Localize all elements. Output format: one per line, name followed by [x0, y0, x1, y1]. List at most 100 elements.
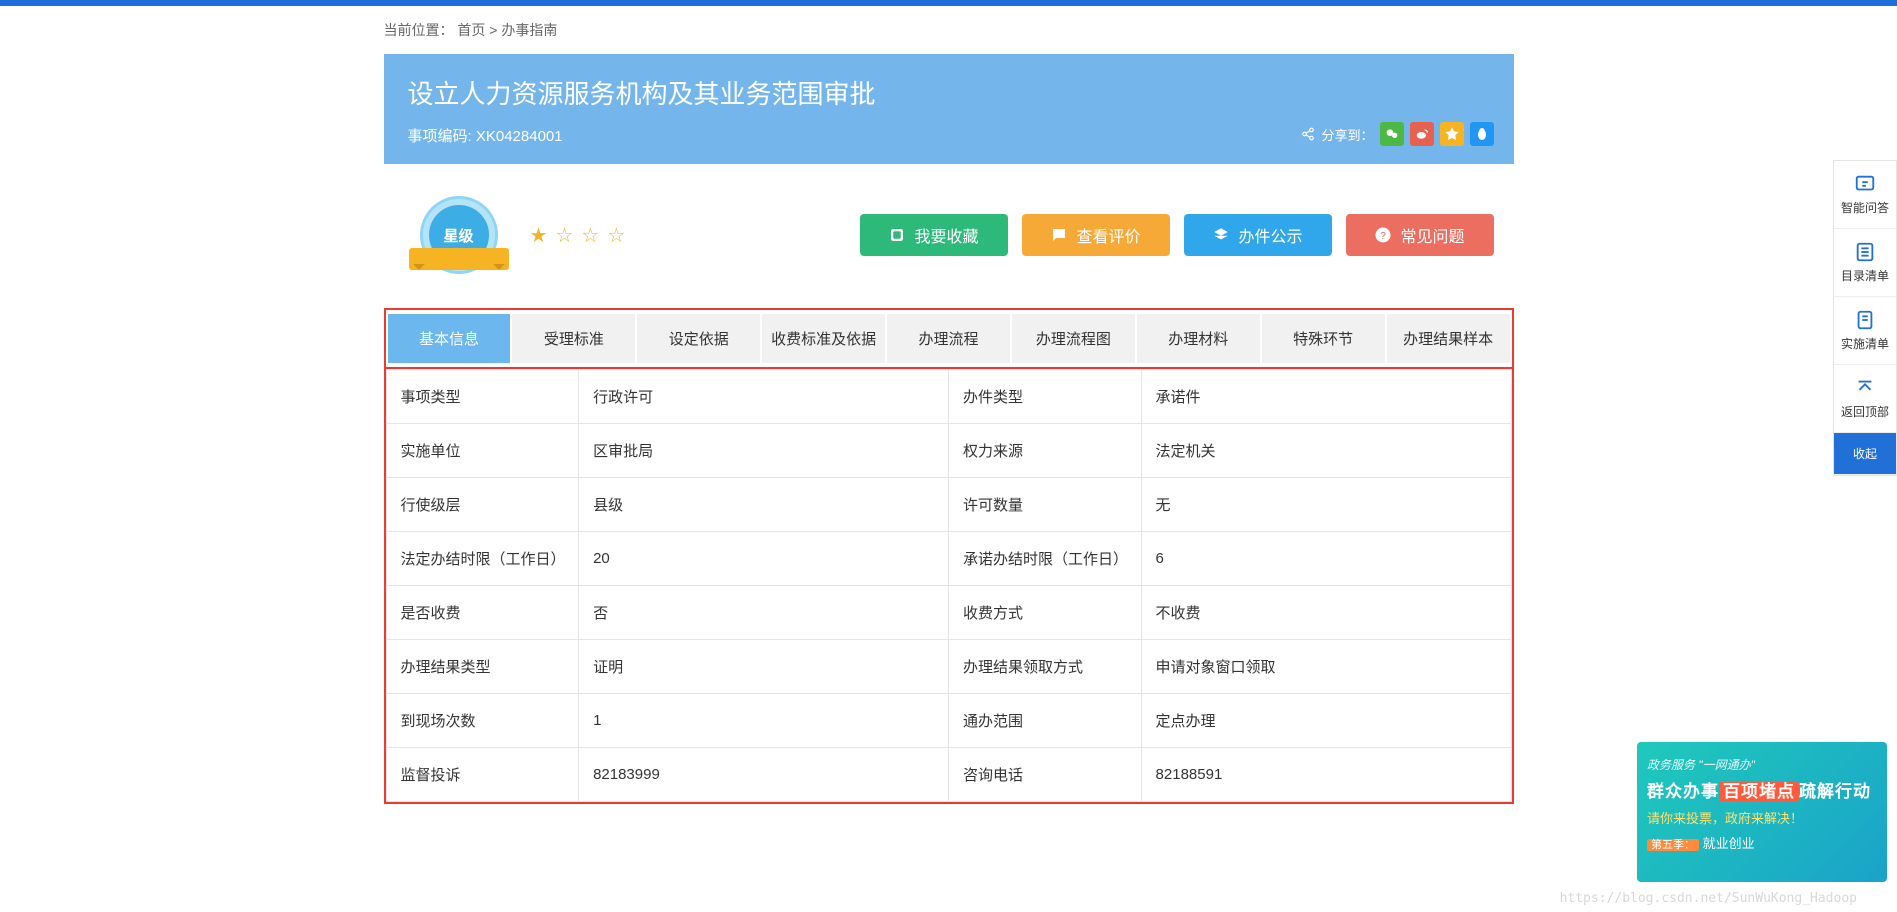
sidenav-catalog[interactable]: 目录清单: [1834, 229, 1896, 297]
info-value: 申请对象窗口领取: [1141, 640, 1511, 694]
table-row: 到现场次数1通办范围定点办理: [386, 694, 1511, 748]
info-value: 82183999: [579, 748, 949, 802]
breadcrumb-sep: >: [489, 22, 497, 38]
chat-question-icon: [1854, 173, 1876, 195]
breadcrumb-home[interactable]: 首页: [457, 22, 485, 38]
table-row: 法定办结时限（工作日）20承诺办结时限（工作日）6: [386, 532, 1511, 586]
info-label: 权力来源: [948, 424, 1141, 478]
table-row: 行使级层县级许可数量无: [386, 478, 1511, 532]
badge-ribbon: [409, 248, 509, 270]
info-label: 咨询电话: [948, 748, 1141, 802]
info-value: 6: [1141, 532, 1511, 586]
question-icon: ?: [1374, 226, 1392, 244]
info-label: 实施单位: [386, 424, 579, 478]
review-button[interactable]: 查看评价: [1022, 214, 1170, 256]
tab-result-sample[interactable]: 办理结果样本: [1387, 314, 1510, 363]
star-icon: ☆: [581, 223, 599, 248]
table-row: 实施单位区审批局权力来源法定机关: [386, 424, 1511, 478]
tabs: 基本信息 受理标准 设定依据 收费标准及依据 办理流程 办理流程图 办理材料 特…: [388, 314, 1510, 363]
favorite-button[interactable]: 我要收藏: [860, 214, 1008, 256]
tab-basic-info[interactable]: 基本信息: [388, 314, 513, 363]
tab-process[interactable]: 办理流程: [887, 314, 1012, 363]
promo-line4: 第五季： 就业创业: [1647, 833, 1877, 852]
info-panel: 事项类型行政许可办件类型承诺件实施单位区审批局权力来源法定机关行使级层县级许可数…: [384, 369, 1514, 804]
info-label: 到现场次数: [386, 694, 579, 748]
info-value: 定点办理: [1141, 694, 1511, 748]
info-label: 监督投诉: [386, 748, 579, 802]
document-icon: [1854, 309, 1876, 331]
page-title: 设立人力资源服务机构及其业务范围审批: [408, 74, 1490, 111]
table-row: 办理结果类型证明办理结果领取方式申请对象窗口领取: [386, 640, 1511, 694]
info-label: 办理结果类型: [386, 640, 579, 694]
share-wechat-icon[interactable]: [1380, 122, 1404, 146]
tab-materials[interactable]: 办理材料: [1137, 314, 1262, 363]
share-qzone-icon[interactable]: [1440, 122, 1464, 146]
breadcrumb-current[interactable]: 办事指南: [501, 22, 557, 38]
sidenav-impl[interactable]: 实施清单: [1834, 297, 1896, 365]
breadcrumb-label: 当前位置：: [384, 22, 454, 38]
promo-banner[interactable]: 政务服务 "一网通办" 群众办事百项堵点疏解行动 请你来投票，政府来解决！ 第五…: [1637, 742, 1887, 882]
info-label: 许可数量: [948, 478, 1141, 532]
info-label: 法定办结时限（工作日）: [386, 532, 579, 586]
promo-line3: 请你来投票，政府来解决！: [1647, 808, 1877, 827]
info-value: 承诺件: [1141, 370, 1511, 424]
info-value: 行政许可: [579, 370, 949, 424]
info-label: 是否收费: [386, 586, 579, 640]
info-label: 事项类型: [386, 370, 579, 424]
tab-fee[interactable]: 收费标准及依据: [762, 314, 887, 363]
share-icon: [1301, 127, 1315, 141]
info-label: 办件类型: [948, 370, 1141, 424]
faq-button[interactable]: ? 常见问题: [1346, 214, 1494, 256]
sidenav-qa[interactable]: 智能问答: [1834, 161, 1896, 229]
header-panel: 设立人力资源服务机构及其业务范围审批 事项编码: XK04284001 分享到：: [384, 54, 1514, 164]
share-qq-icon[interactable]: [1470, 122, 1494, 146]
action-buttons: 我要收藏 查看评价 办件公示 ? 常见问题: [860, 214, 1494, 256]
info-value: 82188591: [1141, 748, 1511, 802]
bookmark-icon: [888, 226, 906, 244]
info-value: 20: [579, 532, 949, 586]
sidenav-collapse[interactable]: 收起: [1834, 433, 1896, 475]
promo-line2: 群众办事百项堵点疏解行动: [1647, 777, 1877, 802]
info-value: 1: [579, 694, 949, 748]
share-label: 分享到：: [1321, 125, 1373, 144]
info-value: 证明: [579, 640, 949, 694]
star-icon: ★: [530, 223, 548, 248]
share-weibo-icon[interactable]: [1410, 122, 1434, 146]
info-table: 事项类型行政许可办件类型承诺件实施单位区审批局权力来源法定机关行使级层县级许可数…: [386, 369, 1512, 802]
star-icon: ☆: [555, 223, 573, 248]
info-value: 县级: [579, 478, 949, 532]
action-row: 星级 ★ ☆ ☆ ☆ 我要收藏 查看评价 办件公示 ? 常见问题: [384, 164, 1514, 302]
info-value: 不收费: [1141, 586, 1511, 640]
table-row: 事项类型行政许可办件类型承诺件: [386, 370, 1511, 424]
star-badge: 星级: [404, 192, 514, 278]
tab-special[interactable]: 特殊环节: [1262, 314, 1387, 363]
info-value: 无: [1141, 478, 1511, 532]
info-label: 通办范围: [948, 694, 1141, 748]
tabs-container: 基本信息 受理标准 设定依据 收费标准及依据 办理流程 办理流程图 办理材料 特…: [384, 308, 1514, 369]
tab-process-chart[interactable]: 办理流程图: [1012, 314, 1137, 363]
layers-icon: [1212, 226, 1230, 244]
info-label: 办理结果领取方式: [948, 640, 1141, 694]
side-nav: 智能问答 目录清单 实施清单 返回顶部 收起: [1833, 160, 1897, 476]
svg-text:?: ?: [1381, 230, 1387, 242]
info-label: 收费方式: [948, 586, 1141, 640]
top-icon: [1854, 377, 1876, 399]
tab-accept-standard[interactable]: 受理标准: [512, 314, 637, 363]
info-value: 否: [579, 586, 949, 640]
info-value: 区审批局: [579, 424, 949, 478]
tab-basis[interactable]: 设定依据: [637, 314, 762, 363]
info-label: 行使级层: [386, 478, 579, 532]
promo-line1: 政务服务 "一网通办": [1647, 756, 1877, 773]
publicity-button[interactable]: 办件公示: [1184, 214, 1332, 256]
sidenav-top[interactable]: 返回顶部: [1834, 365, 1896, 433]
chat-icon: [1050, 226, 1068, 244]
table-row: 监督投诉82183999咨询电话82188591: [386, 748, 1511, 802]
list-icon: [1854, 241, 1876, 263]
info-label: 承诺办结时限（工作日）: [948, 532, 1141, 586]
table-row: 是否收费否收费方式不收费: [386, 586, 1511, 640]
watermark: https://blog.csdn.net/SunWuKong_Hadoop: [1560, 891, 1857, 906]
star-rating: ★ ☆ ☆ ☆: [530, 223, 626, 248]
info-value: 法定机关: [1141, 424, 1511, 478]
share-box: 分享到：: [1301, 122, 1493, 146]
star-icon: ☆: [607, 223, 625, 248]
